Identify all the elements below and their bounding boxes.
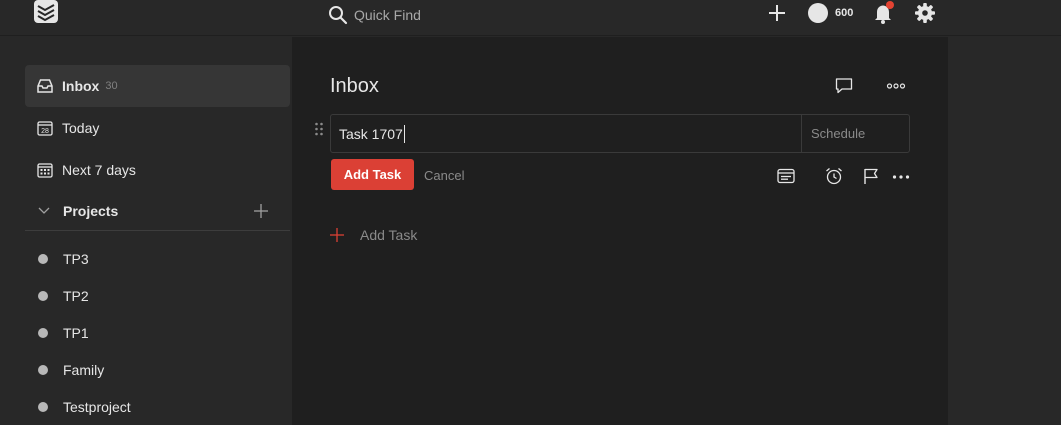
project-color-dot bbox=[38, 328, 48, 338]
karma-button[interactable]: 600 bbox=[808, 3, 853, 23]
sidebar-item-label: Inbox bbox=[62, 78, 100, 94]
drag-handle-icon[interactable] bbox=[314, 121, 324, 137]
flag-icon[interactable] bbox=[861, 166, 881, 186]
sidebar-project-item[interactable]: TP1 bbox=[25, 315, 290, 351]
plus-icon bbox=[330, 228, 344, 242]
sidebar-item-label: Next 7 days bbox=[62, 162, 136, 178]
add-task-button[interactable]: Add Task bbox=[331, 159, 414, 190]
task-editor: Schedule bbox=[330, 114, 910, 153]
quick-find[interactable] bbox=[328, 4, 554, 26]
quick-add-label: Add Task bbox=[360, 227, 418, 243]
inbox-count: 30 bbox=[105, 80, 118, 92]
text-caret bbox=[404, 125, 405, 143]
comment-icon[interactable] bbox=[834, 77, 854, 95]
project-label: Family bbox=[63, 362, 105, 378]
more-options-icon[interactable] bbox=[886, 77, 906, 95]
sidebar-project-item[interactable]: TP3 bbox=[25, 241, 290, 277]
add-icon[interactable] bbox=[766, 2, 788, 24]
add-project-icon[interactable] bbox=[254, 204, 268, 218]
task-content-input[interactable] bbox=[331, 115, 801, 152]
schedule-button[interactable]: Schedule bbox=[801, 115, 909, 152]
top-bar: 600 bbox=[0, 0, 1061, 36]
more-actions-icon[interactable] bbox=[891, 166, 911, 186]
calendar-date: 28 bbox=[41, 128, 49, 135]
main-content: Inbox Schedule Add Task Cancel bbox=[292, 37, 948, 425]
sidebar-item-label: Today bbox=[62, 120, 100, 136]
project-color-dot bbox=[38, 291, 48, 301]
karma-count: 600 bbox=[835, 7, 854, 19]
calendar-today-icon: 28 bbox=[36, 119, 54, 137]
project-label: Testproject bbox=[63, 399, 131, 415]
todoist-logo-icon[interactable] bbox=[33, 0, 59, 24]
sidebar-project-item[interactable]: Family bbox=[25, 352, 290, 388]
right-pane bbox=[948, 37, 1061, 425]
search-icon bbox=[328, 5, 348, 25]
page-title: Inbox bbox=[330, 75, 379, 97]
projects-header[interactable]: Projects bbox=[25, 191, 290, 231]
project-label: TP1 bbox=[63, 325, 89, 341]
sidebar-project-item[interactable]: Testproject bbox=[25, 389, 290, 425]
alarm-clock-icon[interactable] bbox=[824, 166, 844, 186]
cancel-button[interactable]: Cancel bbox=[424, 168, 464, 183]
sidebar: Inbox 30 28 Today Next 7 days Projects T… bbox=[0, 37, 292, 425]
sidebar-project-item[interactable]: TP2 bbox=[25, 278, 290, 314]
sidebar-item-inbox[interactable]: Inbox 30 bbox=[25, 65, 290, 107]
project-color-dot bbox=[38, 254, 48, 264]
project-color-dot bbox=[38, 402, 48, 412]
inbox-icon bbox=[36, 77, 54, 95]
sidebar-item-next-7-days[interactable]: Next 7 days bbox=[25, 149, 290, 191]
project-label: TP2 bbox=[63, 288, 89, 304]
projects-label: Projects bbox=[63, 202, 119, 219]
sidebar-item-today[interactable]: 28 Today bbox=[25, 107, 290, 149]
calendar-week-icon bbox=[36, 161, 54, 179]
karma-icon bbox=[808, 3, 828, 23]
gear-icon[interactable] bbox=[914, 2, 936, 24]
chevron-down-icon[interactable] bbox=[37, 204, 51, 218]
project-select-icon[interactable] bbox=[776, 166, 796, 186]
search-input[interactable] bbox=[354, 7, 554, 23]
project-color-dot bbox=[38, 365, 48, 375]
notification-badge bbox=[886, 1, 894, 9]
project-label: TP3 bbox=[63, 251, 89, 267]
quick-add-task[interactable]: Add Task bbox=[330, 227, 417, 243]
